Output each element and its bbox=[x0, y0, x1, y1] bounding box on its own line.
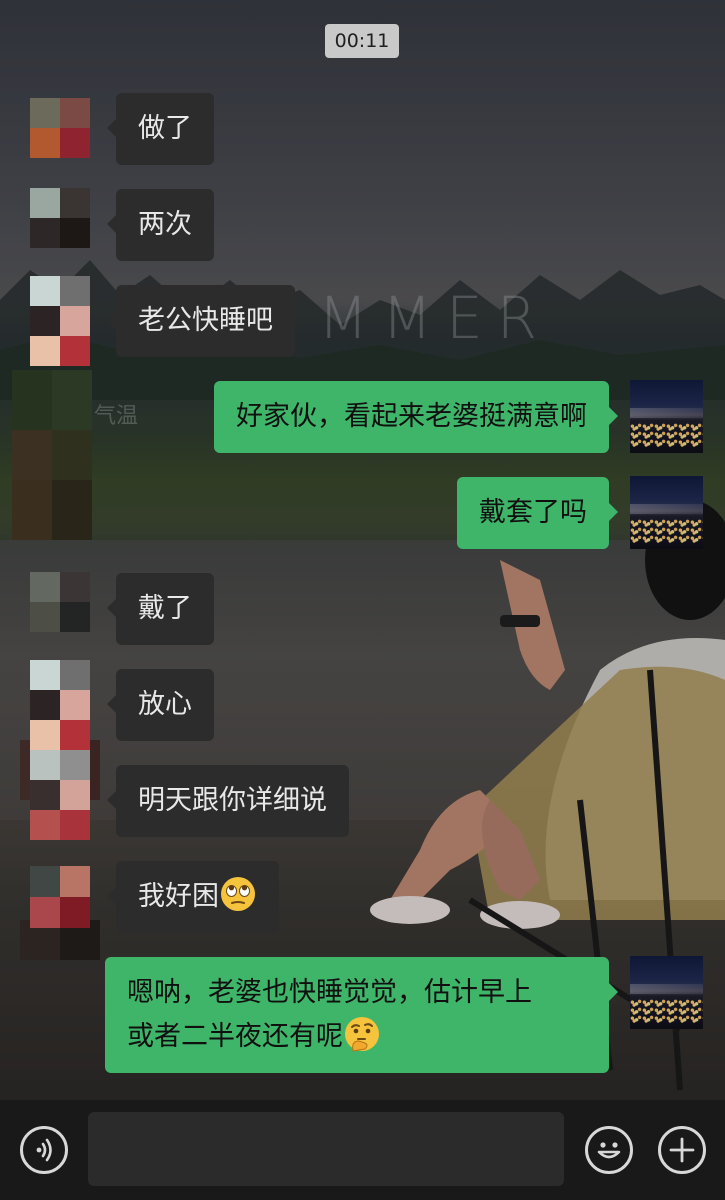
received-message-bubble[interactable]: 戴了 bbox=[107, 573, 214, 645]
message-text-line: 嗯呐，老婆也快睡觉觉，估计早上 bbox=[127, 977, 532, 1008]
contact-avatar[interactable] bbox=[30, 866, 90, 928]
message-text: 做了 bbox=[138, 113, 192, 144]
thinking-emoji-icon bbox=[343, 1015, 381, 1053]
plus-icon bbox=[669, 1137, 695, 1163]
my-avatar[interactable] bbox=[630, 476, 703, 549]
message-text: 放心 bbox=[138, 689, 192, 720]
received-message-bubble[interactable]: 我好困 bbox=[107, 861, 279, 933]
message-text: 老公快睡吧 bbox=[138, 305, 273, 336]
sent-message-bubble[interactable]: 嗯呐，老婆也快睡觉觉，估计早上 或者二半夜还有呢 bbox=[105, 957, 618, 1073]
contact-avatar[interactable] bbox=[30, 660, 90, 840]
contact-avatar[interactable] bbox=[30, 572, 90, 632]
message-text: 两次 bbox=[138, 209, 192, 240]
message-timestamp: 00:11 bbox=[325, 24, 399, 58]
message-text-line: 或者二半夜还有呢 bbox=[127, 1021, 343, 1052]
message-text: 戴了 bbox=[138, 593, 192, 624]
contact-avatar[interactable] bbox=[30, 276, 90, 366]
emoji-icon bbox=[597, 1142, 621, 1159]
contact-avatar[interactable] bbox=[30, 98, 90, 158]
my-avatar[interactable] bbox=[630, 956, 703, 1029]
message-text: 好家伙，看起来老婆挺满意啊 bbox=[236, 401, 587, 432]
chat-input-bar bbox=[0, 1100, 725, 1200]
contact-avatar[interactable] bbox=[30, 188, 90, 248]
voice-icon bbox=[36, 1138, 52, 1162]
my-avatar[interactable] bbox=[630, 380, 703, 453]
voice-input-button[interactable] bbox=[20, 1126, 68, 1174]
message-text: 我好困 bbox=[138, 881, 219, 912]
sent-message-bubble[interactable]: 好家伙，看起来老婆挺满意啊 bbox=[214, 381, 618, 453]
received-message-bubble[interactable]: 两次 bbox=[107, 189, 214, 261]
received-message-bubble[interactable]: 老公快睡吧 bbox=[107, 285, 295, 357]
message-text: 戴套了吗 bbox=[479, 497, 587, 528]
message-text-input[interactable] bbox=[88, 1112, 564, 1186]
rolling-eyes-emoji-icon bbox=[219, 875, 257, 913]
more-options-button[interactable] bbox=[658, 1126, 706, 1174]
received-message-bubble[interactable]: 做了 bbox=[107, 93, 214, 165]
sent-message-bubble[interactable]: 戴套了吗 bbox=[457, 477, 618, 549]
emoji-button[interactable] bbox=[585, 1126, 633, 1174]
message-text: 明天跟你详细说 bbox=[138, 785, 327, 816]
received-message-bubble[interactable]: 明天跟你详细说 bbox=[107, 765, 349, 837]
received-message-bubble[interactable]: 放心 bbox=[107, 669, 214, 741]
